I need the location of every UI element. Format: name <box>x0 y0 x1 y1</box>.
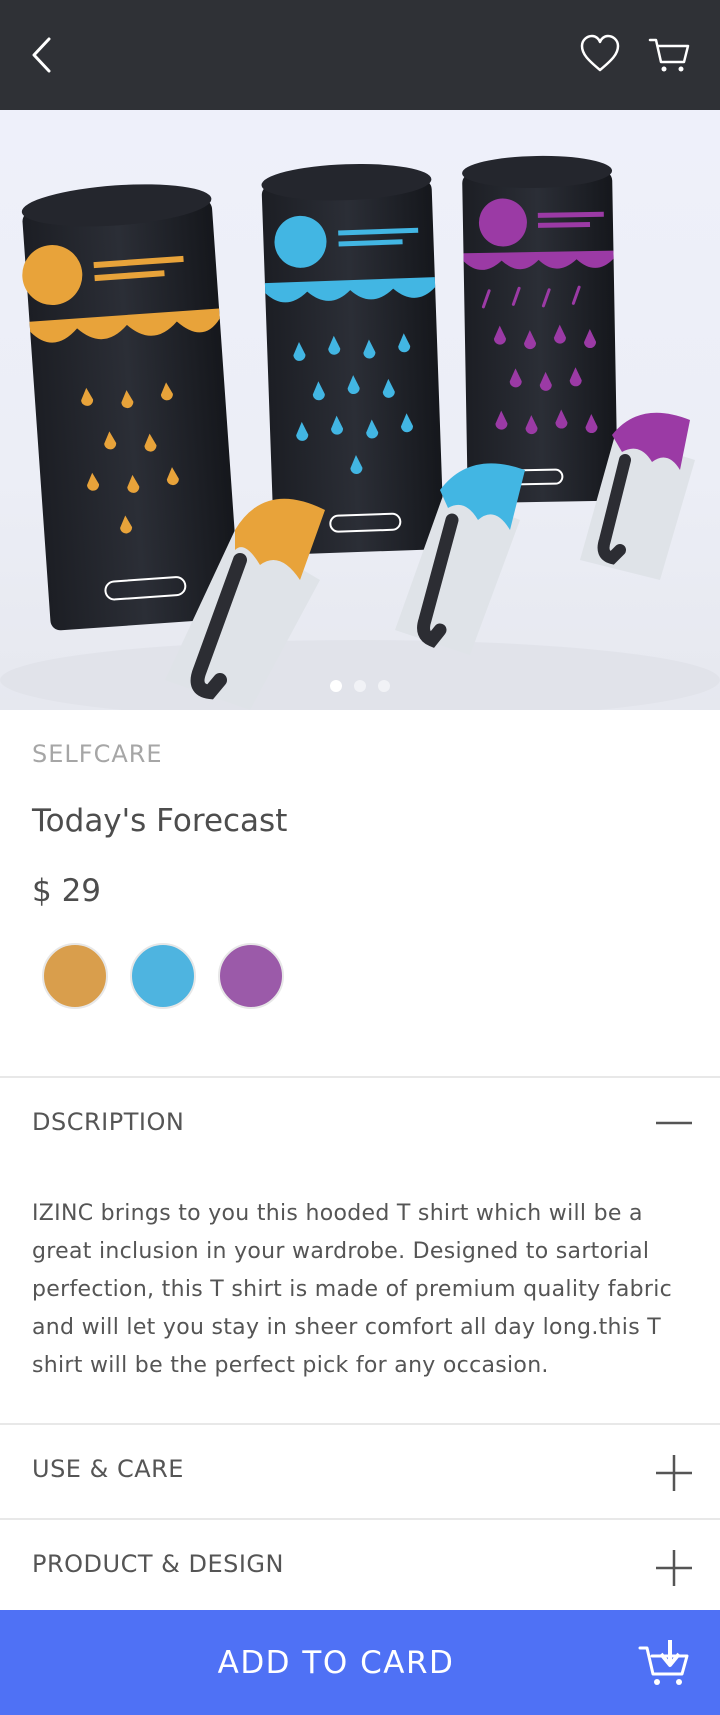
cart-download-icon <box>638 1640 689 1685</box>
wishlist-button[interactable] <box>578 32 622 76</box>
carousel-indicator <box>0 680 720 692</box>
section-product-design-label: PRODUCT & DESIGN <box>32 1550 284 1578</box>
orange-tube <box>21 184 240 631</box>
chevron-left-icon <box>32 37 51 73</box>
purple-tube <box>462 155 618 504</box>
section-description-header[interactable]: DSCRIPTION <box>0 1078 720 1168</box>
heart-icon <box>580 34 620 72</box>
minus-icon[interactable] <box>654 1103 694 1143</box>
carousel-dot-1[interactable] <box>330 680 342 692</box>
section-description-text: IZINC brings to you this hooded T shirt … <box>32 1201 673 1378</box>
add-to-cart-label: ADD TO CARD <box>217 1644 455 1681</box>
cart-button[interactable] <box>648 32 692 76</box>
plus-icon[interactable] <box>654 1453 694 1493</box>
color-swatch-orange[interactable] <box>42 943 108 1009</box>
add-to-cart-button[interactable]: ADD TO CARD <box>0 1610 720 1715</box>
section-use-care-label: USE & CARE <box>32 1455 184 1483</box>
section-description-label: DSCRIPTION <box>32 1108 185 1136</box>
product-category: SELFCARE <box>32 740 163 768</box>
carousel-dot-3[interactable] <box>378 680 390 692</box>
color-swatch-purple[interactable] <box>218 943 284 1009</box>
product-title: Today's Forecast <box>32 803 288 839</box>
blue-tube <box>261 163 444 555</box>
cart-icon <box>648 38 690 72</box>
product-price: $ 29 <box>32 873 102 909</box>
color-swatch-blue[interactable] <box>130 943 196 1009</box>
product-image-carousel[interactable] <box>0 110 720 710</box>
section-product-design-header[interactable]: PRODUCT & DESIGN <box>0 1520 720 1610</box>
section-use-care-header[interactable]: USE & CARE <box>0 1425 720 1515</box>
plus-icon[interactable] <box>654 1548 694 1588</box>
color-options <box>42 943 284 1009</box>
top-navigation-bar <box>0 0 720 110</box>
carousel-dot-2[interactable] <box>354 680 366 692</box>
back-button[interactable] <box>22 30 62 80</box>
product-photo <box>0 155 720 710</box>
